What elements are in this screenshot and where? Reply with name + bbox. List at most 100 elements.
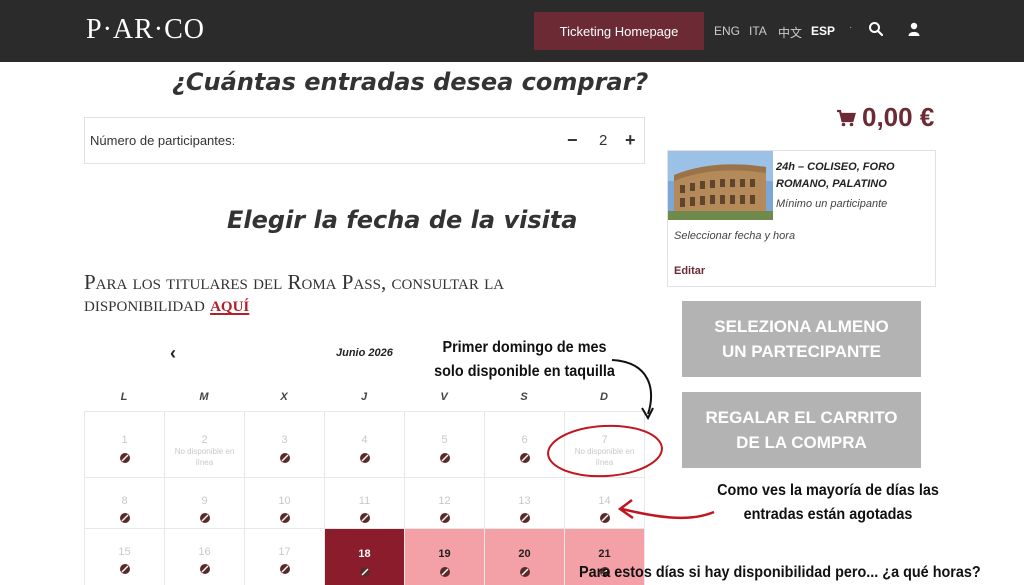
weekday-label: D xyxy=(600,391,608,403)
calendar-day-13: 13 xyxy=(485,478,565,529)
lang-zh[interactable]: 中文 xyxy=(778,24,802,41)
offline-note: No disponible en línea xyxy=(174,447,235,467)
calendar-grid: 1 2 No disponible en línea 3 4 5 6 7 No disponib… xyxy=(84,411,646,585)
calendar-day-6: 6 xyxy=(485,412,565,478)
day-number: 1 xyxy=(121,434,128,446)
unavailable-icon xyxy=(199,562,211,574)
calendar-day-1: 1 xyxy=(85,412,165,478)
weekday-label: S xyxy=(520,391,528,403)
offline-note: No disponible en línea xyxy=(574,447,635,467)
cart-total-value: 0,00 € xyxy=(862,102,935,132)
unavailable-icon xyxy=(359,451,371,463)
increase-button[interactable]: + xyxy=(625,130,636,151)
cart-item-title: 24h – COLISEO, FORO ROMANO, PALATINO xyxy=(776,161,895,190)
day-number: 12 xyxy=(438,495,451,507)
participants-row: Número de participantes: − 2 + xyxy=(84,117,645,164)
unavailable-icon xyxy=(599,511,611,523)
unavailable-icon xyxy=(119,451,131,463)
calendar-day-2: 2 No disponible en línea xyxy=(165,412,245,478)
select-participant-button[interactable]: SELEZIONA ALMENO UN PARTECIPANTE xyxy=(682,301,921,377)
unavailable-icon xyxy=(359,511,371,523)
unavailable-icon xyxy=(439,565,451,577)
user-icon[interactable] xyxy=(906,21,922,37)
calendar-day-18[interactable]: 18 xyxy=(325,529,405,585)
day-number: 10 xyxy=(278,495,291,507)
calendar-day-11: 11 xyxy=(325,478,405,529)
ticketing-homepage-button[interactable]: Ticketing Homepage xyxy=(534,12,704,50)
unavailable-icon xyxy=(439,511,451,523)
search-icon[interactable] xyxy=(868,21,884,37)
unavailable-icon xyxy=(519,451,531,463)
day-number: 6 xyxy=(521,434,528,446)
unavailable-icon xyxy=(119,511,131,523)
weekday-label: X xyxy=(280,391,288,403)
unavailable-icon xyxy=(279,562,291,574)
calendar-day-7: 7 No disponible en línea xyxy=(565,412,645,478)
cart-icon xyxy=(837,109,856,126)
gift-cart-button[interactable]: REGALAR EL CARRITO DE LA COMPRA xyxy=(682,392,921,468)
day-number: 7 xyxy=(601,434,608,446)
romapass-text: Para los titulares del Roma Pass, consul… xyxy=(84,270,505,316)
cart-edit-link[interactable]: Editar xyxy=(674,265,705,277)
cart-item-card: 24h – COLISEO, FORO ROMANO, PALATINO Mín… xyxy=(667,150,936,287)
calendar-day-5: 5 xyxy=(405,412,485,478)
cart-item-select-date: Seleccionar fecha y hora xyxy=(674,230,796,242)
lang-esp[interactable]: ESP xyxy=(811,24,835,38)
annotation-available: Para estos días si hay disponibilidad pe… xyxy=(579,564,981,581)
calendar-day-14: 14 xyxy=(565,478,645,529)
day-number: 9 xyxy=(201,495,208,507)
calendar-month: Junio 2026 xyxy=(336,347,393,359)
calendar-day-19[interactable]: 19 xyxy=(405,529,485,585)
day-number: 2 xyxy=(201,434,208,446)
unavailable-icon xyxy=(439,451,451,463)
calendar-day-20[interactable]: 20 xyxy=(485,529,565,585)
day-number: 4 xyxy=(361,434,368,446)
date-heading: Elegir la fecha de la visita xyxy=(227,206,578,234)
day-number: 3 xyxy=(281,434,288,446)
unavailable-icon xyxy=(119,562,131,574)
day-number: 5 xyxy=(441,434,448,446)
calendar-day-15: 15 xyxy=(85,529,165,585)
day-number: 20 xyxy=(518,548,531,560)
day-number: 8 xyxy=(121,495,128,507)
separator-dot: · xyxy=(849,22,853,33)
annotation-sunday: Primer domingo de mes solo disponible en… xyxy=(434,339,615,380)
colosseum-image xyxy=(668,151,773,220)
calendar-day-17: 17 xyxy=(245,529,325,585)
weekday-label: M xyxy=(199,391,209,403)
unavailable-icon xyxy=(199,511,211,523)
calendar-day-10: 10 xyxy=(245,478,325,529)
romapass-notice: Para los titulares del Roma Pass, consul… xyxy=(84,271,564,315)
day-number: 19 xyxy=(438,548,451,560)
unavailable-icon xyxy=(359,565,371,577)
day-number: 18 xyxy=(358,548,371,560)
day-number: 14 xyxy=(598,495,611,507)
decrease-button[interactable]: − xyxy=(567,130,578,151)
day-number: 21 xyxy=(598,548,611,560)
weekday-label: L xyxy=(120,391,128,403)
weekday-label: J xyxy=(360,391,368,403)
unavailable-icon xyxy=(279,511,291,523)
parco-logo[interactable]: P·AR·CO xyxy=(86,14,205,46)
calendar-day-12: 12 xyxy=(405,478,485,529)
calendar-day-9: 9 xyxy=(165,478,245,529)
day-number: 15 xyxy=(118,546,131,558)
day-number: 17 xyxy=(278,546,291,558)
annotation-soldout: Como ves la mayoría de días las entradas… xyxy=(717,482,939,523)
top-navbar: P·AR·CO Ticketing Homepage ENG ITA 中文 ES… xyxy=(0,0,1024,62)
weekday-label: V xyxy=(440,391,448,403)
participants-count: 2 xyxy=(599,132,608,149)
prev-month-button[interactable]: ‹ xyxy=(170,343,176,364)
lang-ita[interactable]: ITA xyxy=(749,24,767,38)
participants-label: Número de participantes: xyxy=(90,133,236,148)
calendar-day-4: 4 xyxy=(325,412,405,478)
calendar-day-16: 16 xyxy=(165,529,245,585)
day-number: 11 xyxy=(358,495,371,507)
romapass-link[interactable]: aquí xyxy=(210,292,249,316)
day-number: 13 xyxy=(518,495,531,507)
unavailable-icon xyxy=(519,565,531,577)
calendar-day-8: 8 xyxy=(85,478,165,529)
lang-eng[interactable]: ENG xyxy=(714,24,740,38)
cart-total: 0,00 € xyxy=(836,102,934,133)
cart-item-min: Mínimo un participante xyxy=(776,198,888,210)
